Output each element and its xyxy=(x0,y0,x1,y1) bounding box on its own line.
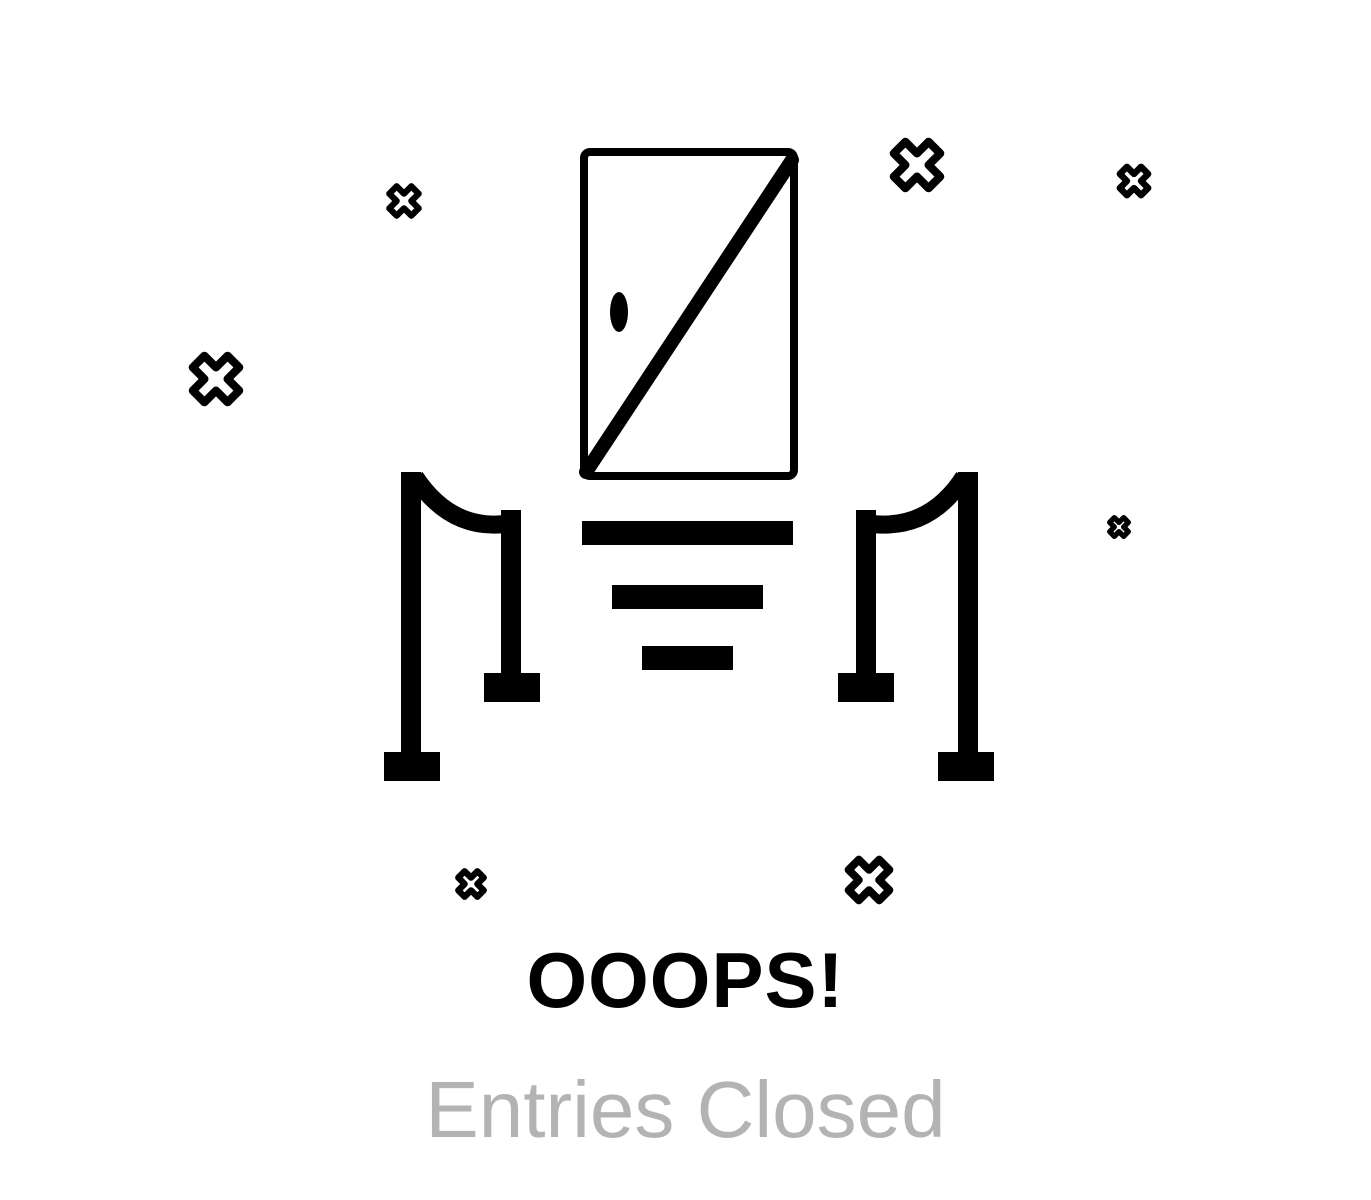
error-title: OOOPS! xyxy=(526,936,845,1024)
left-rope-barrier-icon xyxy=(384,471,540,781)
cross-sparkle-icon xyxy=(1113,160,1155,202)
cross-sparkle-icon xyxy=(882,130,952,200)
cross-sparkle-icon xyxy=(452,865,490,903)
door-icon xyxy=(579,148,799,480)
closed-entries-illustration xyxy=(0,0,1371,920)
right-rope-barrier-icon xyxy=(838,471,994,781)
steps-icon xyxy=(582,521,793,670)
cross-sparkle-icon xyxy=(838,849,899,910)
entries-closed-message: Entries Closed xyxy=(425,1065,946,1154)
cross-sparkle-icon xyxy=(382,179,426,223)
cross-sparkle-icon xyxy=(181,344,251,414)
cross-sparkle-icon xyxy=(1105,513,1133,541)
